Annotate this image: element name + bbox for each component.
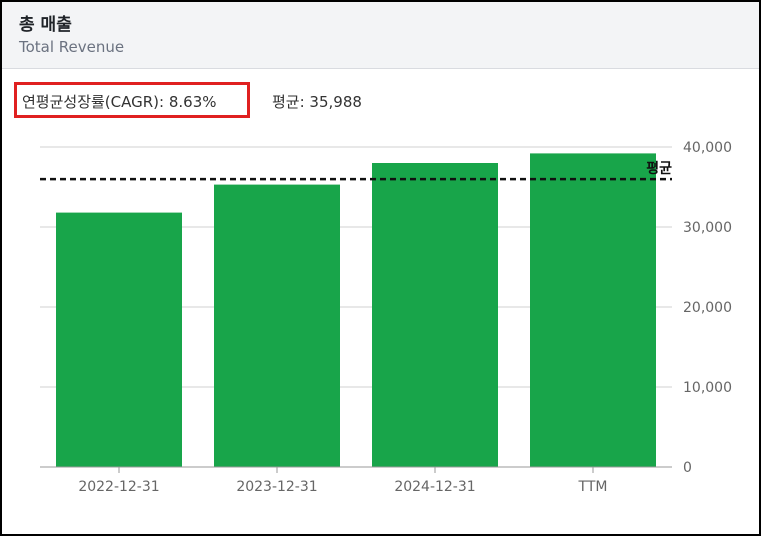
y-tick-label: 20,000	[683, 300, 732, 316]
x-tick-label: TTM	[578, 479, 608, 495]
bar	[56, 212, 182, 467]
bar	[372, 163, 498, 467]
x-tick-label: 2022-12-31	[78, 479, 159, 495]
average-line-label: 평균	[646, 160, 672, 177]
y-tick-label: 30,000	[683, 220, 732, 236]
revenue-bar-chart: 0 10,000 20,000 30,000 40,000 2022-12-31 2023-…	[40, 140, 732, 495]
x-tick-label: 2024-12-31	[394, 479, 475, 495]
bar	[214, 184, 340, 467]
y-tick-label: 10,000	[683, 380, 732, 396]
x-tick-label: 2023-12-31	[236, 479, 317, 495]
y-tick-label: 40,000	[683, 140, 732, 156]
bar	[530, 153, 656, 467]
y-tick-label: 0	[683, 460, 692, 476]
